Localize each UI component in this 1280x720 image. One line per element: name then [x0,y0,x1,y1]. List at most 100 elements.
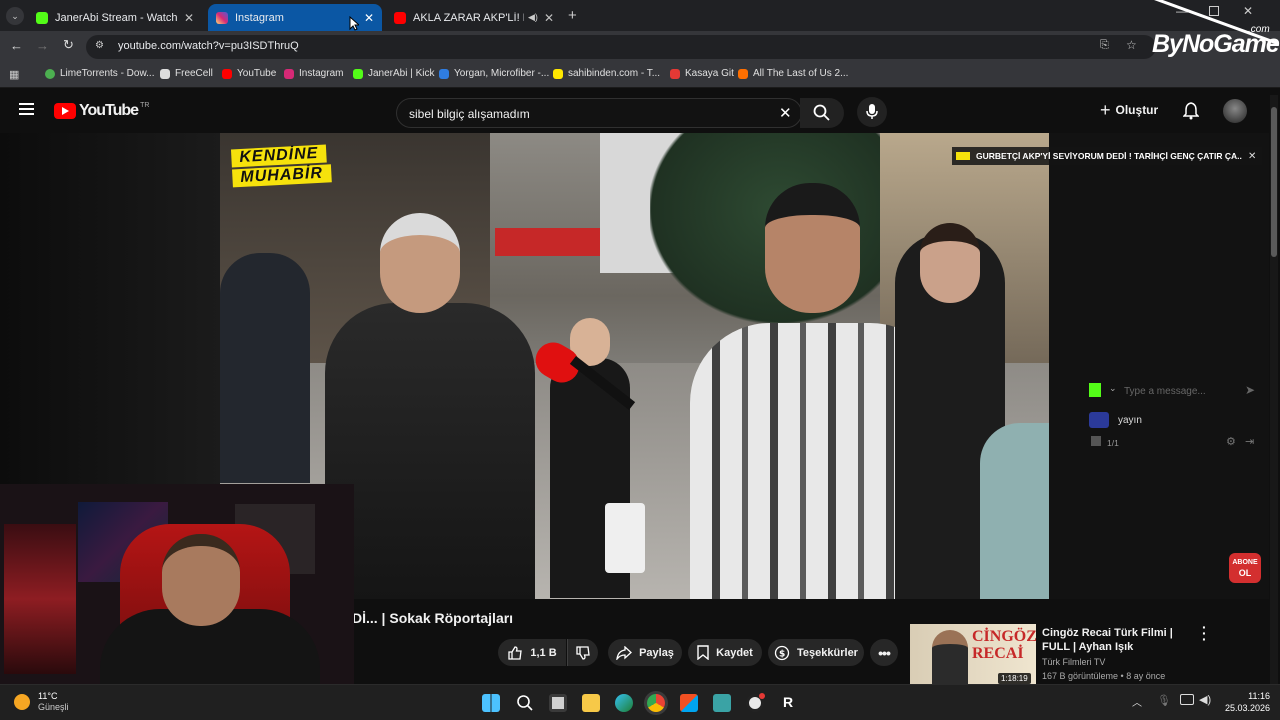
recording-dot [759,693,765,699]
kick-icon [36,11,48,24]
new-tab-button[interactable]: + [568,7,577,24]
save-button[interactable]: Kaydet [688,639,762,666]
bookmark-yorgan[interactable]: Yorgan, Microfiber -... [439,68,549,79]
tab-title: Instagram [235,11,284,24]
apps-grid-icon[interactable]: ▦ [9,68,19,81]
video-shopping-bag [605,503,645,573]
thumbs-down-icon [576,645,590,660]
site-info-icon[interactable]: ⚙ [95,40,104,51]
settings-icon[interactable]: ⚙ [1226,435,1236,448]
create-button[interactable]: + Oluştur [1100,101,1158,119]
bookmark-instagram[interactable]: Instagram [284,68,343,79]
microphone-tray-icon[interactable]: 🎙︎ [1157,694,1171,707]
chevron-down-icon[interactable]: ⌄ [1109,383,1117,394]
overlay-line-1: KENDİNE [230,144,327,168]
search-button[interactable] [800,98,844,128]
close-tab-icon[interactable]: ✕ [544,11,554,25]
tab-title: AKLA ZARAR AKP'Lİ! MUH [413,11,524,24]
microphone-icon [866,104,878,119]
popout-icon[interactable]: ⇥ [1245,435,1254,448]
date: 25.03.2026 [1224,703,1270,713]
search-icon[interactable] [516,694,534,712]
search-query[interactable]: sibel bilgiç alışamadım [409,107,530,121]
youtube-header: YouTube TR sibel bilgiç alışamadım ✕ + O… [0,89,1280,133]
more-actions-button[interactable]: ••• [870,639,898,666]
avatar[interactable] [1223,99,1247,123]
app-icon[interactable] [713,694,731,712]
time: 11:16 [1248,691,1270,701]
edge-icon[interactable] [615,694,633,712]
clear-search-icon[interactable]: ✕ [779,104,792,122]
bookmark-freecell[interactable]: FreeCell [160,68,213,79]
scrollbar-thumb[interactable] [1271,107,1277,257]
bookmark-youtube[interactable]: YouTube [222,68,276,79]
youtube-logo[interactable]: YouTube TR [54,102,149,120]
webcam-poster [4,524,76,674]
network-icon[interactable] [1180,694,1194,705]
forward-icon[interactable]: → [36,38,49,53]
url-text[interactable]: youtube.com/watch?v=pu3ISDThruQ [118,40,299,52]
chrome-icon[interactable] [647,694,665,712]
thanks-button[interactable]: $ Teşekkürler [768,639,864,666]
plus-icon: + [1100,100,1111,120]
chat-widget: ⌄ Type a message... ➤ yayın 1/1 ⚙ ⇥ [1085,378,1265,458]
bookmark-last-of-us[interactable]: All The Last of Us 2... [738,68,848,79]
bookmark-label: JanerAbi | Kick [368,68,435,79]
bookmark-favicon-icon [45,68,55,79]
recommended-thumbnail[interactable]: CİNGÖZ RECAİ 1:18:19 [910,624,1036,684]
subscribe-badge-line-1: ABONE [1232,559,1258,566]
subscribe-badge[interactable]: ABONE OL [1229,553,1261,583]
volume-icon[interactable]: ◀︎) [1199,693,1211,706]
bookmark-sahibinden[interactable]: sahibinden.com - T... [553,68,660,79]
send-icon[interactable]: ➤ [1245,383,1255,397]
page-scrollbar[interactable] [1270,95,1278,684]
menu-icon[interactable] [19,103,34,115]
notifications-bell-icon[interactable] [1183,102,1199,120]
instagram-icon [216,11,228,24]
tab-youtube-video[interactable]: AKLA ZARAR AKP'Lİ! MUH ◀︎) ✕ [386,4,562,31]
recommended-video[interactable]: CİNGÖZ RECAİ 1:18:19 Cingöz Recai Türk F… [910,620,1220,684]
recommended-title[interactable]: Cingöz Recai Türk Filmi | FULL | Ayhan I… [1042,626,1192,654]
address-bar[interactable]: ⚙ youtube.com/watch?v=pu3ISDThruQ ⎘ ☆ [86,35,1156,59]
share-icon [616,645,633,660]
dislike-button[interactable] [567,639,598,666]
recommended-channel[interactable]: Türk Filmleri TV [1042,657,1105,667]
chat-user-name: yayın [1118,415,1142,426]
subscribe-badge-line-2: OL [1238,568,1252,578]
weather-widget[interactable]: 11°C Güneşli [14,691,69,713]
ticker-close-icon[interactable]: ✕ [1248,151,1256,162]
store-icon[interactable] [680,694,698,712]
audio-playing-icon[interactable]: ◀︎) [528,12,538,23]
close-tab-icon[interactable]: ✕ [184,11,194,25]
bookmark-kasaya-git[interactable]: Kasaya Git [670,68,734,79]
tab-janerabi[interactable]: JanerAbi Stream - Watch Live o ✕ [28,4,202,31]
bookmark-kick[interactable]: JanerAbi | Kick [353,68,435,79]
voice-search-button[interactable] [857,97,887,127]
file-explorer-icon[interactable] [582,694,600,712]
chevron-up-icon[interactable]: ︿ [1132,694,1142,709]
thumbnail-title: CİNGÖZ RECAİ [972,628,1036,662]
install-app-icon[interactable]: ⎘ [1100,39,1109,52]
tab-search-button[interactable]: ⌄ [6,7,24,25]
share-button[interactable]: Paylaş [608,639,682,666]
temperature: 11°C [38,691,58,701]
bookmarks-bar: ▦ LimeTorrents - Dow... FreeCell YouTube… [0,63,1280,88]
clock[interactable]: 11:16 25.03.2026 [1220,690,1270,714]
like-button[interactable]: 1,1 B [498,639,566,666]
back-icon[interactable]: ← [10,38,23,53]
bookmark-star-icon[interactable]: ☆ [1126,38,1137,52]
overlay-line-2: MUHABİR [232,164,332,188]
bookmark-limetorrents[interactable]: LimeTorrents - Dow... [45,68,154,79]
task-view-icon[interactable] [549,694,567,712]
side-panel [1049,133,1269,599]
close-tab-icon[interactable]: ✕ [364,11,374,25]
browser-toolbar: ← → ↻ ⚙ youtube.com/watch?v=pu3ISDThruQ … [0,31,1280,63]
reload-icon[interactable]: ↻ [63,37,74,53]
more-vertical-icon[interactable]: · · · [1202,620,1207,646]
chat-input[interactable]: Type a message... [1124,386,1206,397]
thanks-label: Teşekkürler [797,646,858,659]
windows-start-icon[interactable] [482,694,500,712]
webcam-streamer-head [162,534,240,626]
r-app-icon[interactable]: R [783,694,793,710]
search-input[interactable]: sibel bilgiç alışamadım ✕ [396,98,802,128]
